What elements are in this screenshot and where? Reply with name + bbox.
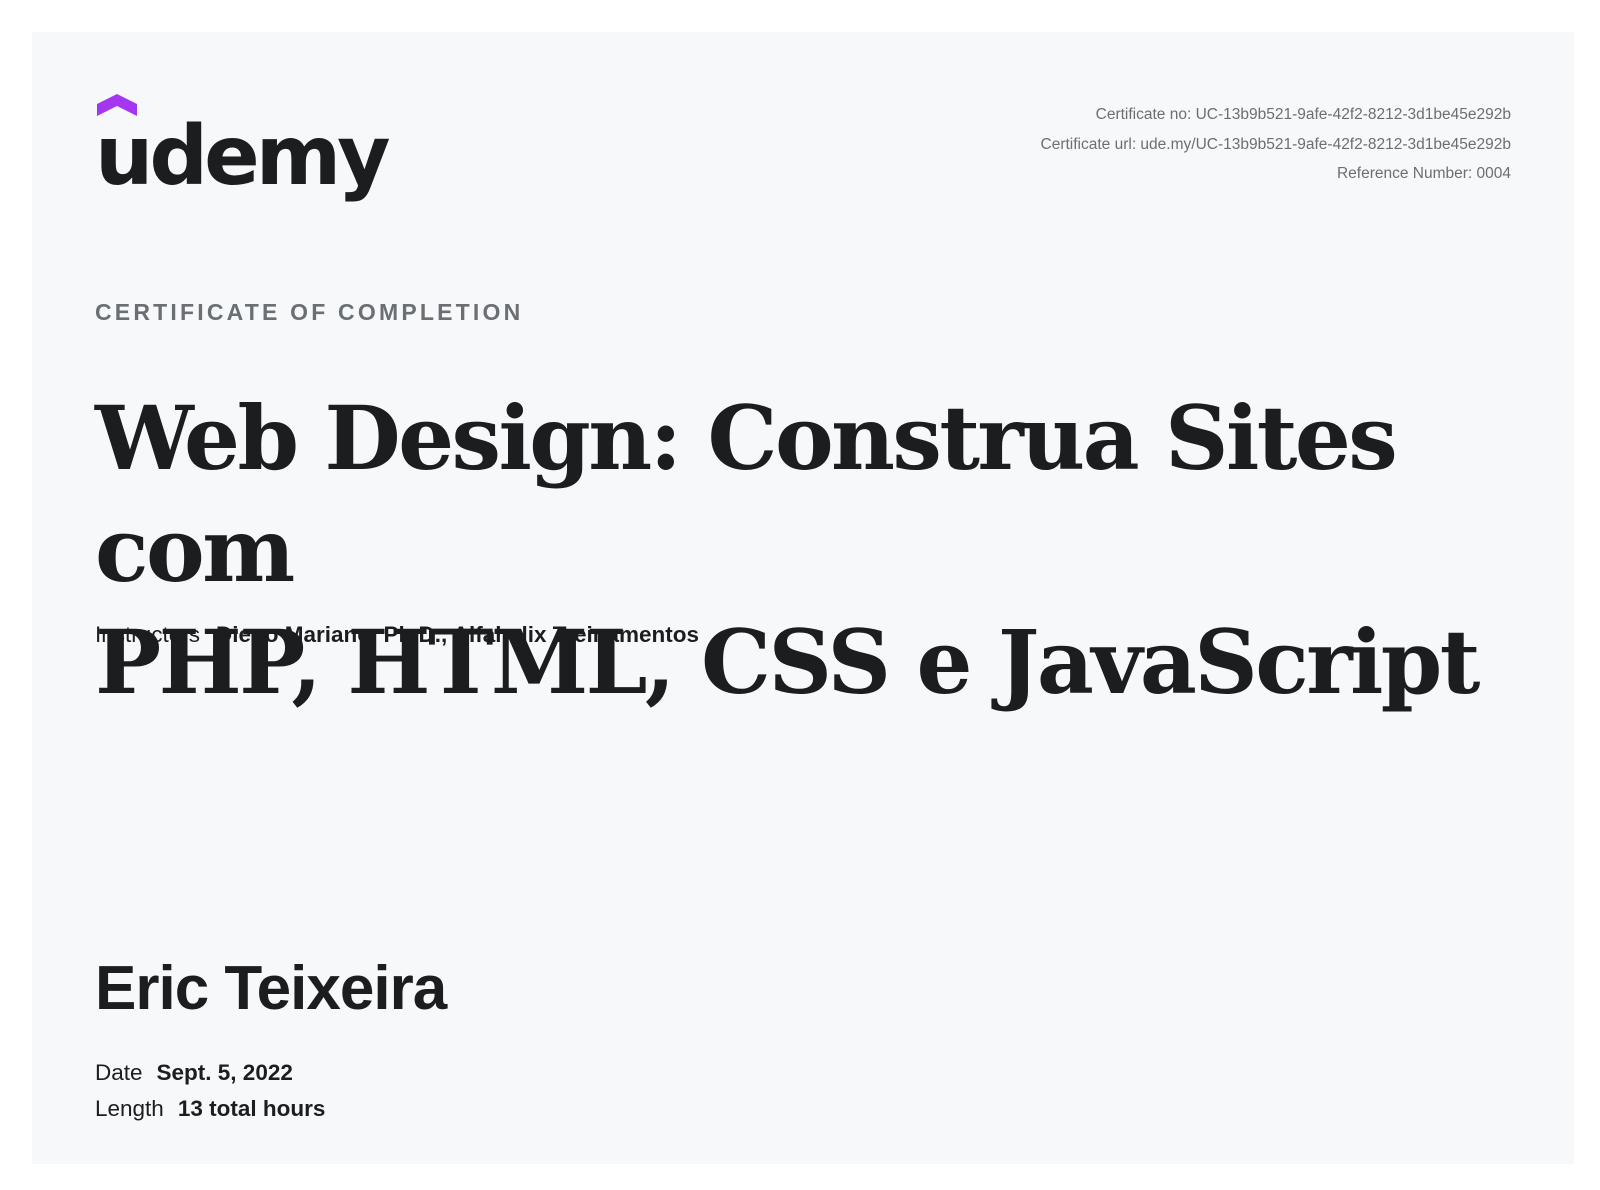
length-value: 13 total hours (177, 1096, 326, 1121)
recipient-name: Eric Teixeira (95, 954, 447, 1023)
udemy-logo: udemy (95, 94, 391, 204)
course-title: Web Design: Construa Sites com PHP, HTML… (95, 382, 1555, 718)
certificate-heading: CERTIFICATE OF COMPLETION (95, 299, 524, 325)
udemy-wordmark: udemy (95, 109, 391, 204)
instructors-names: Diego Mariano, Ph.D., Alfahelix Treiname… (216, 622, 700, 647)
course-title-line-1: Web Design: Construa Sites com (95, 386, 1398, 602)
date-value: Sept. 5, 2022 (156, 1060, 293, 1085)
certificate-meta: Certificate no: UC-13b9b521-9afe-42f2-82… (1041, 100, 1511, 189)
length-row: Length 13 total hours (95, 1096, 325, 1122)
instructors-row: Instructors Diego Mariano, Ph.D., Alfahel… (95, 622, 699, 648)
length-label: Length (95, 1096, 164, 1121)
reference-number: Reference Number: 0004 (1336, 165, 1511, 182)
date-label: Date (95, 1060, 143, 1085)
certificate-url: Certificate url: ude.my/UC-13b9b521-9afe… (1040, 135, 1511, 153)
date-row: Date Sept. 5, 2022 (95, 1060, 293, 1086)
certificate-card: udemy Certificate no: UC-13b9b521-9afe-4… (32, 32, 1574, 1164)
certificate-number: Certificate no: UC-13b9b521-9afe-42f2-82… (1095, 106, 1511, 123)
instructors-label: Instructors (95, 622, 201, 647)
